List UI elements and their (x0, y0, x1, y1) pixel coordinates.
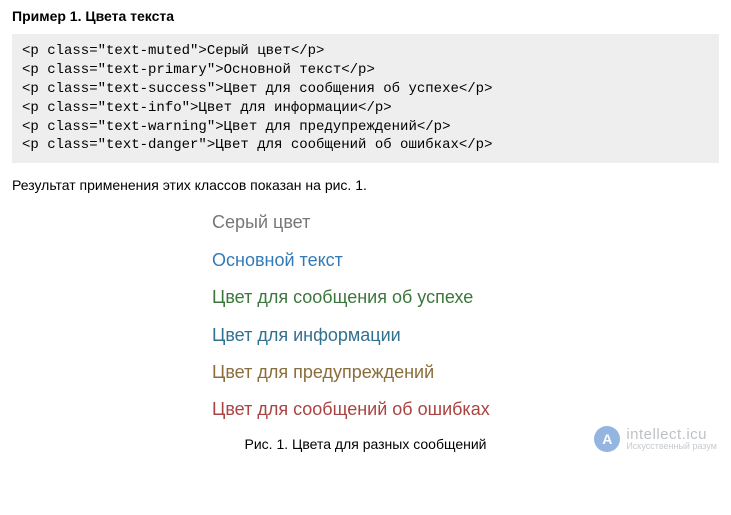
figure-caption: Рис. 1. Цвета для разных сообщений (12, 436, 719, 452)
sample-danger: Цвет для сообщений об ошибках (212, 398, 719, 421)
sample-warning: Цвет для предупреждений (212, 361, 719, 384)
sample-success: Цвет для сообщения об успехе (212, 286, 719, 309)
code-block: <p class="text-muted">Серый цвет</p> <p … (12, 34, 719, 163)
sample-info: Цвет для информации (212, 324, 719, 347)
sample-muted: Серый цвет (212, 211, 719, 234)
result-area: Серый цвет Основной текст Цвет для сообщ… (12, 211, 719, 421)
example-title: Пример 1. Цвета текста (12, 8, 719, 24)
sample-primary: Основной текст (212, 249, 719, 272)
result-intro: Результат применения этих классов показа… (12, 177, 719, 193)
